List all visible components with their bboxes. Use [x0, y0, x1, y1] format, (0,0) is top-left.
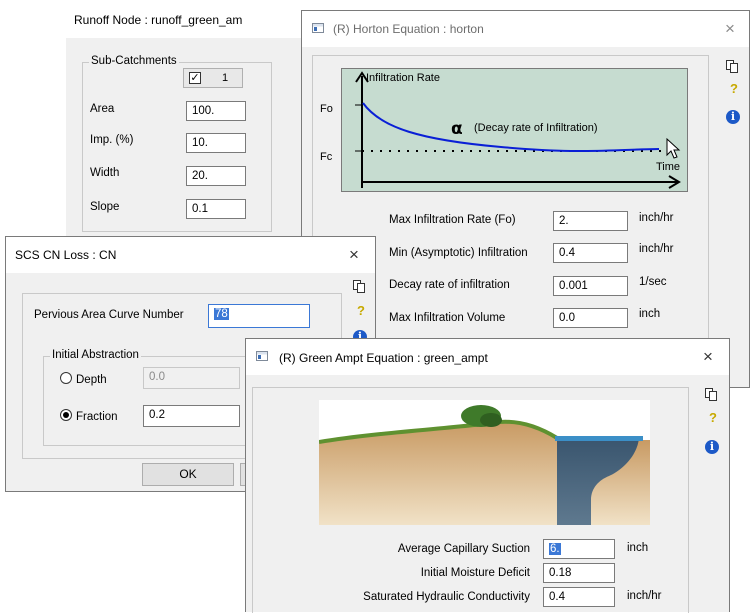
min-rate-field[interactable]: 0.4 [553, 243, 628, 263]
area-field[interactable]: 100. [186, 101, 246, 121]
green-ampt-content-panel: Average Capillary Suction 6. inch Initia… [252, 387, 689, 613]
sub-catchments-legend: Sub-Catchments [89, 55, 179, 67]
soil-profile-illustration [319, 400, 650, 525]
scs-title: SCS CN Loss : CN [15, 248, 117, 262]
decay-rate-unit: 1/sec [639, 276, 667, 288]
y-axis-label: Infiltration Rate [366, 72, 440, 84]
depth-label: Depth [76, 374, 107, 386]
water-surface [555, 436, 643, 441]
min-rate-label: Min (Asymptotic) Infiltration [389, 247, 528, 259]
fc-label: Fc [320, 151, 333, 163]
horton-copy-icon[interactable] [726, 60, 738, 73]
slope-label: Slope [90, 201, 120, 213]
scs-help-icon[interactable]: ? [357, 303, 365, 318]
hydraulic-conductivity-label: Saturated Hydraulic Conductivity [363, 591, 530, 603]
cn-label: Pervious Area Curve Number [34, 309, 184, 321]
runoff-node-title: Runoff Node : runoff_green_am [74, 13, 243, 27]
capillary-suction-label: Average Capillary Suction [397, 543, 530, 555]
horton-diagram: Infiltration Rate Time α (Decay rate of … [341, 68, 688, 192]
max-volume-unit: inch [639, 308, 661, 320]
cn-selected-text: 78 [214, 308, 229, 320]
horton-close-icon[interactable]: × [719, 18, 741, 40]
scs-titlebar[interactable]: SCS CN Loss : CN × [6, 237, 375, 273]
sub-catchment-selector[interactable]: ✓ 1 [183, 68, 243, 88]
decay-rate-field[interactable]: 0.001 [553, 276, 628, 296]
max-volume-label: Max Infiltration Volume [389, 312, 506, 324]
green-ampt-help-icon[interactable]: ? [709, 410, 717, 425]
scs-close-icon[interactable]: × [343, 244, 365, 266]
capillary-suction-field[interactable]: 6. [543, 539, 615, 559]
app-icon [256, 351, 268, 361]
depth-radio[interactable] [60, 372, 72, 384]
horton-titlebar[interactable]: (R) Horton Equation : horton × [302, 11, 749, 47]
green-ampt-window: (R) Green Ampt Equation : green_ampt × A… [245, 338, 730, 613]
ok-button[interactable]: OK [142, 463, 234, 486]
max-rate-unit: inch/hr [639, 212, 674, 224]
runoff-node-body: Sub-Catchments ✓ 1 Area 100. Imp. (%) 10… [66, 38, 302, 240]
time-label: Time [656, 161, 680, 173]
cn-field[interactable]: 78 [208, 304, 310, 328]
sub-catchment-index: 1 [222, 72, 229, 84]
width-label: Width [90, 167, 120, 179]
hydraulic-conductivity-unit: inch/hr [627, 590, 662, 602]
moisture-deficit-field[interactable]: 0.18 [543, 563, 615, 583]
scs-copy-icon[interactable] [353, 280, 365, 293]
max-rate-label: Max Infiltration Rate (Fo) [389, 214, 516, 226]
imp-label: Imp. (%) [90, 134, 134, 146]
initial-abstraction-legend: Initial Abstraction [50, 349, 141, 361]
green-ampt-copy-icon[interactable] [705, 388, 717, 401]
slope-field[interactable]: 0.1 [186, 199, 246, 219]
depth-field[interactable]: 0.0 [143, 367, 240, 389]
capillary-suction-unit: inch [627, 542, 649, 554]
app-icon [312, 23, 324, 33]
hydraulic-conductivity-field[interactable]: 0.4 [543, 587, 615, 607]
fraction-radio[interactable] [60, 409, 72, 421]
decay-rate-label: Decay rate of infiltration [389, 279, 510, 291]
max-volume-field[interactable]: 0.0 [553, 308, 628, 328]
green-ampt-titlebar[interactable]: (R) Green Ampt Equation : green_ampt × [246, 339, 729, 375]
min-rate-unit: inch/hr [639, 243, 674, 255]
fraction-label: Fraction [76, 411, 118, 423]
green-ampt-close-icon[interactable]: × [697, 346, 719, 368]
fo-label: Fo [320, 103, 333, 115]
imp-field[interactable]: 10. [186, 133, 246, 153]
horton-title: (R) Horton Equation : horton [333, 22, 484, 36]
horton-help-icon[interactable]: ? [730, 81, 738, 96]
fraction-field[interactable]: 0.2 [143, 405, 240, 427]
width-field[interactable]: 20. [186, 166, 246, 186]
tree-shade [480, 413, 502, 427]
decay-note: (Decay rate of Infiltration) [474, 122, 598, 134]
green-ampt-title: (R) Green Ampt Equation : green_ampt [279, 351, 488, 365]
capillary-suction-selected-text: 6. [549, 543, 561, 555]
area-label: Area [90, 103, 115, 115]
green-ampt-info-icon[interactable]: i [705, 440, 719, 454]
moisture-deficit-label: Initial Moisture Deficit [420, 567, 530, 579]
max-rate-field[interactable]: 2. [553, 211, 628, 231]
runoff-node-window: Runoff Node : runoff_green_am Sub-Catchm… [62, 0, 302, 240]
horton-info-icon[interactable]: i [726, 110, 740, 124]
alpha-symbol: α [451, 119, 463, 139]
sub-catchment-checkbox[interactable]: ✓ [189, 72, 201, 84]
